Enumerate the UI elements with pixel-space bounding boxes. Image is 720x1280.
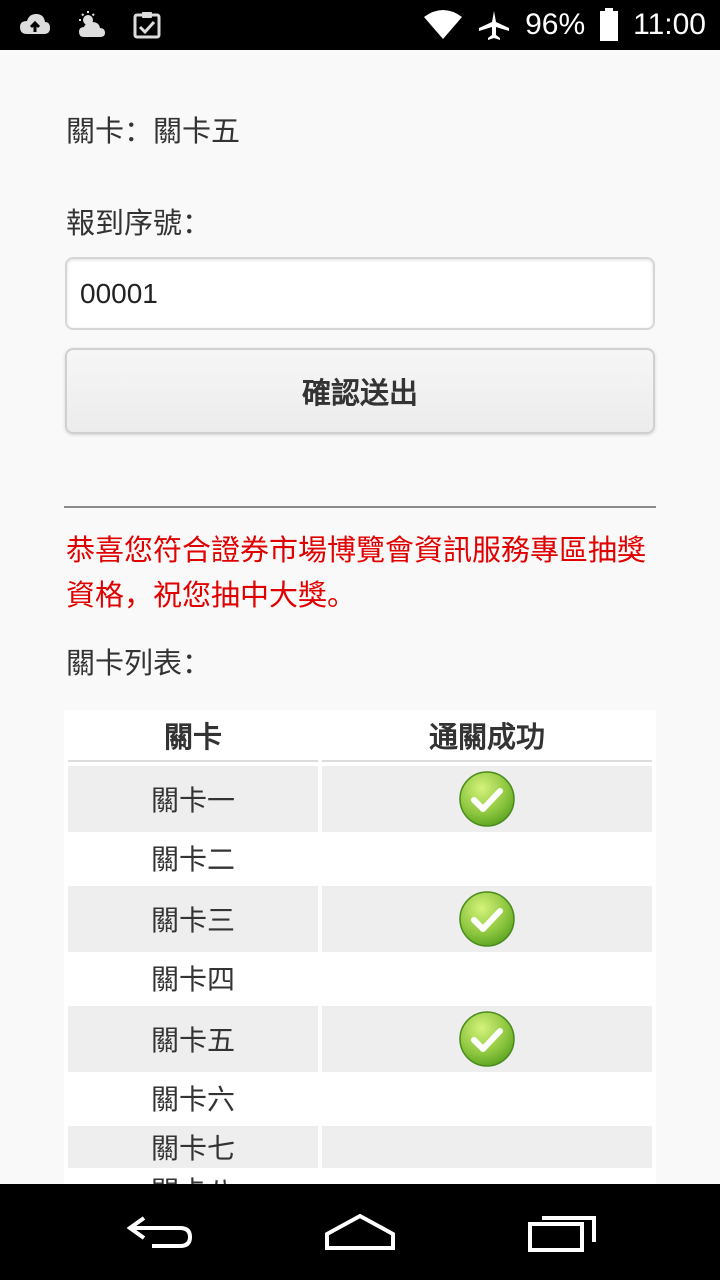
submit-button[interactable]: 確認送出 xyxy=(65,348,655,434)
table-row: 關卡五 xyxy=(68,1006,652,1072)
stage-name: 關卡五 xyxy=(68,1006,318,1072)
table-row: 關卡二 xyxy=(68,832,652,884)
header-divider xyxy=(68,760,318,762)
stage-name: 關卡六 xyxy=(150,1083,235,1116)
table-row: 關卡三 xyxy=(68,886,652,952)
stage-status xyxy=(322,766,652,832)
home-icon[interactable] xyxy=(324,1210,396,1254)
stage-status xyxy=(322,1072,652,1124)
wifi-icon xyxy=(424,10,463,39)
stage-status xyxy=(322,952,652,1004)
stage-name: 關卡八 xyxy=(68,1170,318,1184)
stage-status xyxy=(322,1126,652,1168)
stage-name: 關卡四 xyxy=(150,963,235,996)
check-icon xyxy=(459,771,515,827)
main-content: 關卡：關卡五 報到序號： 確認送出 恭喜您符合證券市場博覽會資訊服務專區抽獎資格… xyxy=(0,50,720,1184)
congrats-message: 恭喜您符合證券市場博覽會資訊服務專區抽獎資格，祝您抽中大獎。 xyxy=(66,533,647,612)
airplane-icon xyxy=(479,11,510,40)
cloud-upload-icon xyxy=(20,14,50,34)
serial-number-input[interactable] xyxy=(65,257,655,330)
clock: 11:00 xyxy=(633,8,706,41)
table-row: 關卡四 xyxy=(68,952,652,1004)
weather-icon xyxy=(79,11,105,37)
table-row: 關卡七 xyxy=(68,1126,652,1168)
table-row: 關卡八 xyxy=(68,1170,652,1184)
navigation-bar xyxy=(0,1184,720,1280)
stage-name: 關卡一 xyxy=(68,766,318,832)
check-icon xyxy=(459,891,515,947)
battery-percent: 96% xyxy=(525,8,586,41)
stage-status xyxy=(322,1006,652,1072)
status-bar: 96% 11:00 xyxy=(0,0,720,50)
divider xyxy=(64,506,656,508)
table-row: 關卡六 xyxy=(68,1072,652,1124)
stage-list-label: 關卡列表： xyxy=(66,646,212,680)
serial-label: 報到序號： xyxy=(66,206,212,240)
stage-status xyxy=(322,832,652,884)
clipboard-check-icon xyxy=(133,12,161,39)
header-passed: 通關成功 xyxy=(428,720,545,754)
recents-icon[interactable] xyxy=(526,1210,598,1254)
stage-table: 關卡 通關成功 關卡一關卡二關卡三關卡四關卡五關卡六關卡七關卡八 xyxy=(64,710,656,1184)
stage-name: 關卡二 xyxy=(150,843,235,876)
header-stage: 關卡 xyxy=(163,720,222,754)
stage-status xyxy=(322,886,652,952)
stage-name: 關卡七 xyxy=(68,1126,318,1168)
check-icon xyxy=(459,1011,515,1067)
back-icon[interactable] xyxy=(124,1210,196,1254)
current-stage-text: 關卡：關卡五 xyxy=(66,114,241,148)
table-row: 關卡一 xyxy=(68,766,652,832)
stage-status xyxy=(322,1170,652,1184)
stage-name: 關卡三 xyxy=(68,886,318,952)
battery-icon xyxy=(600,8,619,41)
header-divider xyxy=(322,760,652,762)
